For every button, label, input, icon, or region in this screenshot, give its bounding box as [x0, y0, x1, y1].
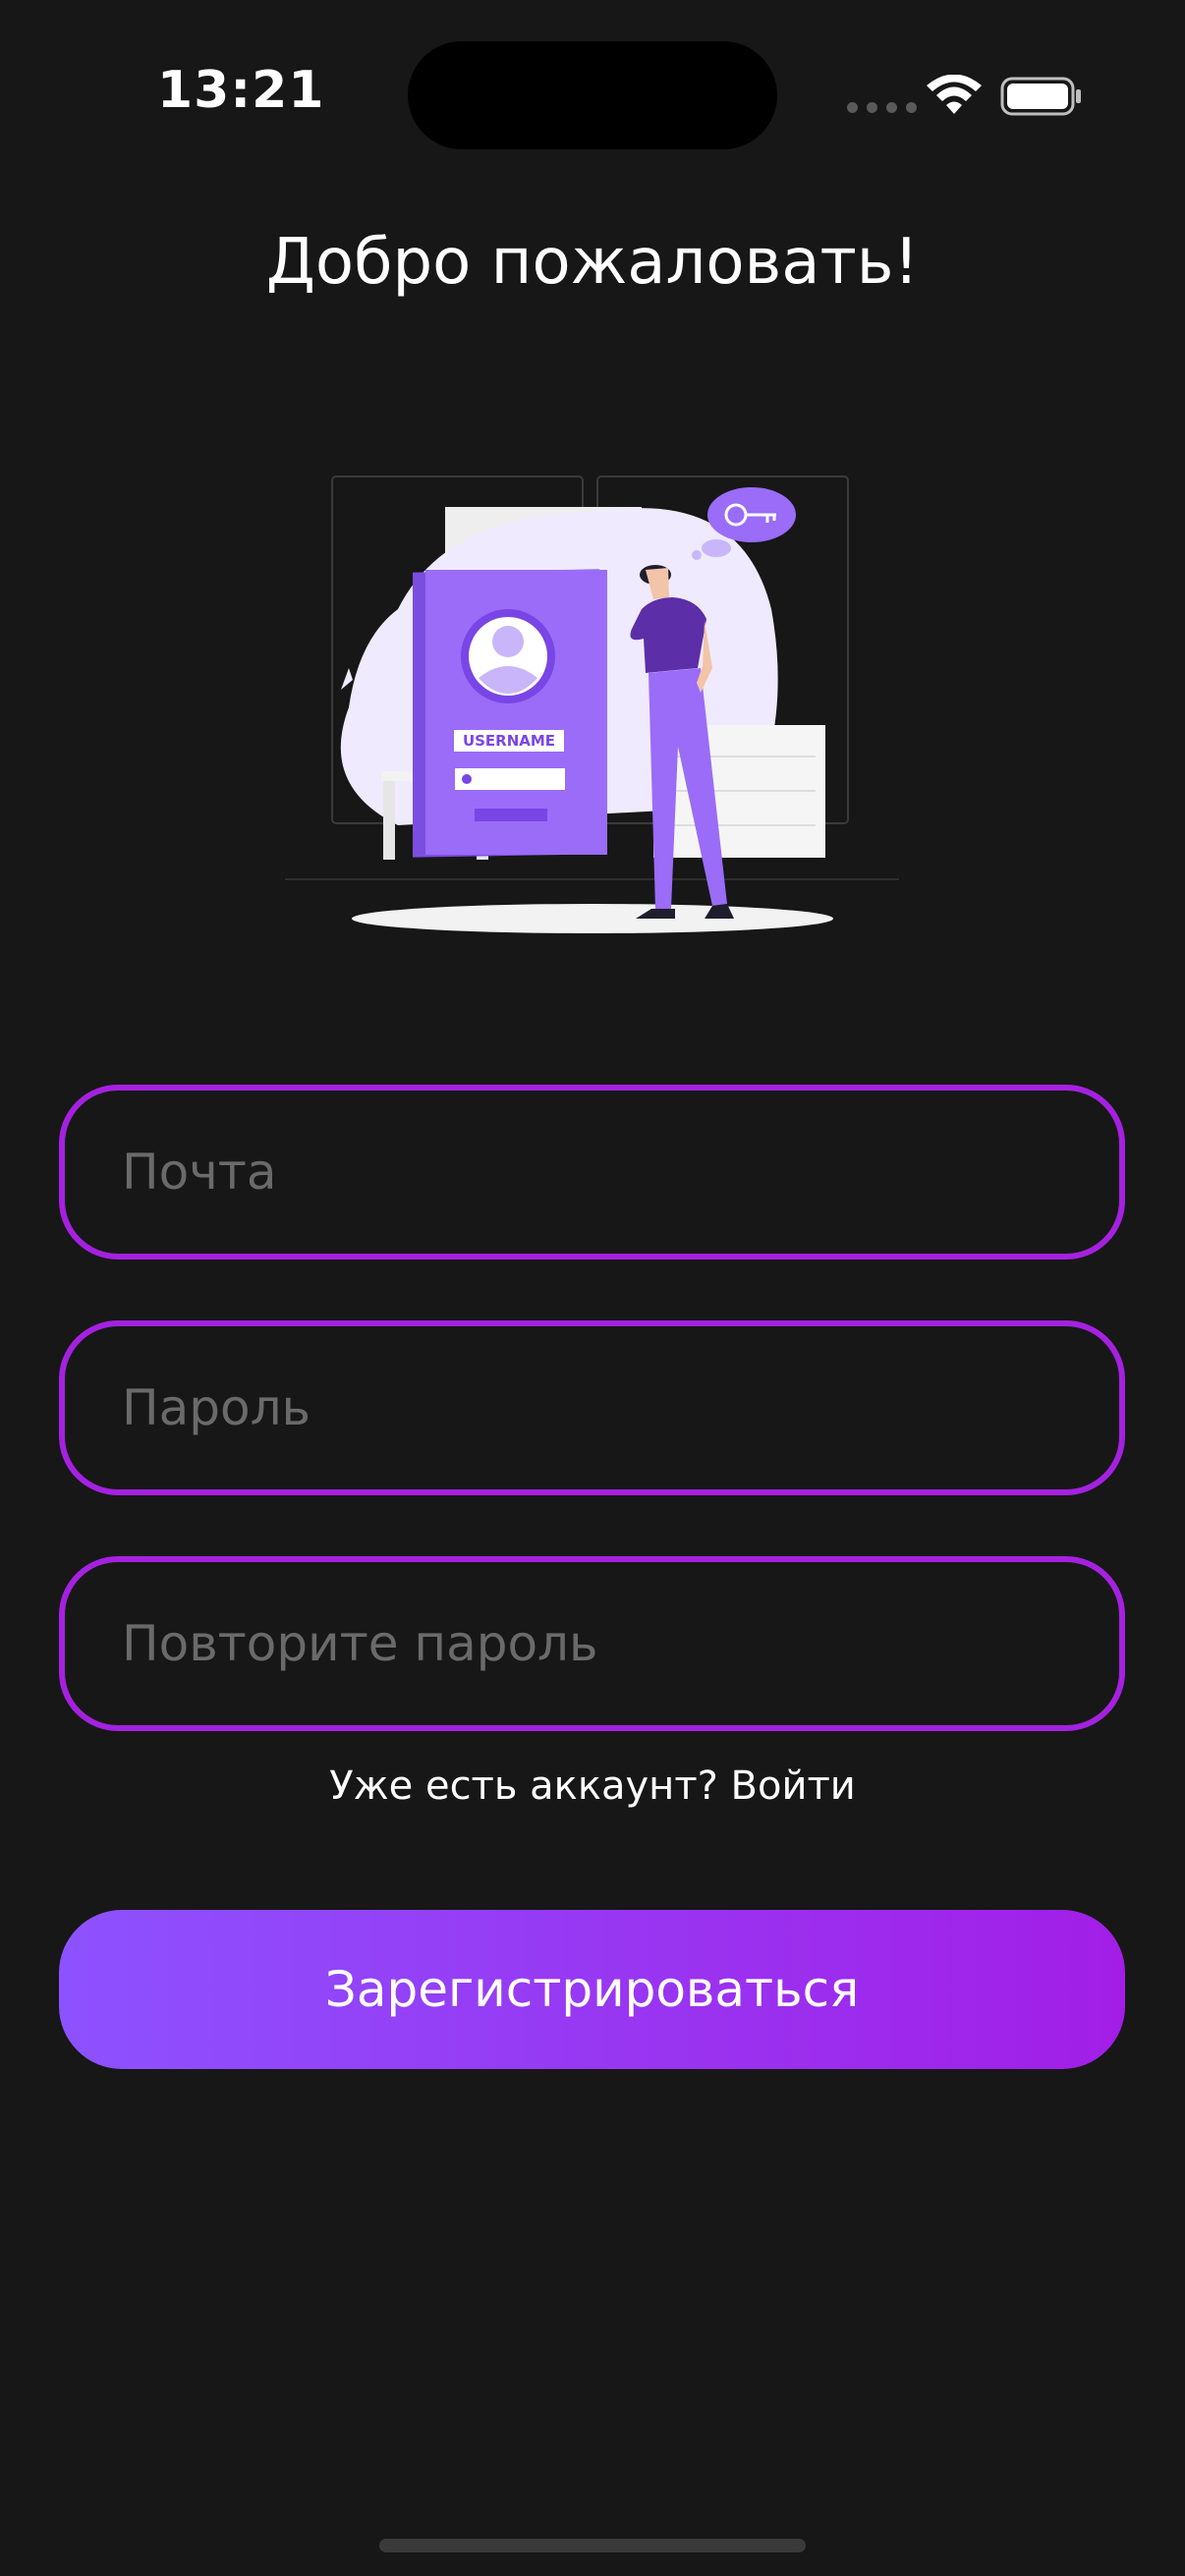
- login-link[interactable]: Уже есть аккаунт? Войти: [329, 1764, 856, 1809]
- page-title: Добро пожаловать!: [265, 226, 920, 299]
- battery-icon: [1000, 77, 1081, 116]
- status-icons: [847, 69, 1083, 118]
- email-input[interactable]: [122, 1144, 1119, 1201]
- register-button[interactable]: Зарегистрироваться: [59, 1910, 1125, 2069]
- dynamic-island: [408, 41, 777, 149]
- email-field[interactable]: [59, 1085, 1125, 1260]
- login-illustration: USERNAME: [285, 476, 899, 933]
- registration-screen: 13:21 Добро пожаловать! USERNAME Почта У…: [0, 0, 1185, 2576]
- wifi-icon: [927, 75, 982, 114]
- home-indicator[interactable]: [379, 2539, 806, 2552]
- username-badge-text: USERNAME: [463, 732, 555, 750]
- repeat-password-input[interactable]: [122, 1615, 1119, 1672]
- cellular-signal-icon: [847, 102, 917, 113]
- status-time: 13:21: [157, 61, 325, 120]
- login-link-container: Уже есть аккаунт? Войти: [0, 1764, 1185, 1809]
- password-input[interactable]: [122, 1379, 1119, 1436]
- repeat-password-field[interactable]: [59, 1556, 1125, 1731]
- password-field[interactable]: [59, 1320, 1125, 1495]
